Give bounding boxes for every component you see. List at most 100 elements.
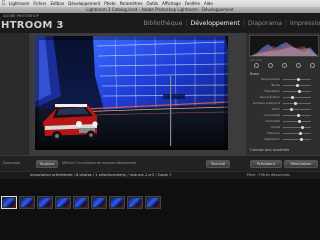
filmstrip <box>0 179 320 240</box>
filmstrip-thumbnail[interactable] <box>73 196 89 209</box>
menu-item-fenetre[interactable]: Fenêtre <box>185 0 200 7</box>
module-diaporama[interactable]: Diaporama <box>248 20 282 27</box>
left-panel <box>0 33 32 155</box>
slider-track[interactable] <box>283 131 311 135</box>
thumbnail-image <box>39 198 51 207</box>
slider-track[interactable] <box>283 119 311 123</box>
menu-bar:  Lightroom Fichier Edition Développemen… <box>0 0 320 7</box>
photo-viewer <box>32 33 246 155</box>
thumbnail-image <box>147 198 159 207</box>
spot-removal-icon[interactable] <box>267 62 273 68</box>
slider-label: Clarté <box>270 125 280 129</box>
filmstrip-thumbnail[interactable] <box>109 196 125 209</box>
overlay-select[interactable]: Toujours <box>36 160 58 168</box>
basic-panel-title[interactable]: Base <box>250 71 259 76</box>
module-impression[interactable]: Impressio <box>290 20 320 27</box>
done-button[interactable]: Terminé <box>206 160 230 168</box>
thumbnail-image <box>75 198 87 207</box>
menu-item-affichage[interactable]: Affichage <box>162 0 181 7</box>
module-developpement[interactable]: Développement <box>190 20 239 27</box>
histogram[interactable] <box>249 35 319 57</box>
crop-tool-icon[interactable] <box>253 62 259 68</box>
slider-label: Récupération <box>260 95 280 99</box>
filmstrip-thumbnail[interactable] <box>145 196 161 209</box>
thumbnail-image <box>111 198 123 207</box>
slider-knob[interactable] <box>297 119 301 123</box>
slider-knob[interactable] <box>298 131 302 135</box>
slider-knob[interactable] <box>296 77 300 81</box>
apple-icon[interactable]:  <box>2 0 5 7</box>
slider-knob[interactable] <box>289 107 293 111</box>
slider-row: Saturation <box>250 137 318 141</box>
filmstrip-thumbnail[interactable] <box>91 196 107 209</box>
slider-row: Clarté <box>250 125 318 129</box>
module-header: ADOBE PHOTOSHOP HTROOM 3 Bibliothèque | … <box>0 13 320 33</box>
slider-label: Noirs <box>272 107 280 111</box>
previous-button[interactable]: Précédent <box>250 160 282 168</box>
menu-item-outils[interactable]: Outils <box>146 0 158 7</box>
module-separator: | <box>242 20 245 27</box>
slider-row: Teinte <box>250 83 318 87</box>
bottom-toolbar: Épreuvage Toujours Afficher l'incrustati… <box>0 155 320 171</box>
thumbnail-image <box>57 198 69 207</box>
slider-row: Exposition <box>250 89 318 93</box>
filmstrip-thumbnail[interactable] <box>127 196 143 209</box>
right-panel: ISO 200 Base Température Teinte Exposition… <box>246 33 320 155</box>
slider-row: Contraste <box>250 119 318 123</box>
photo-image <box>35 36 228 150</box>
tool-strip <box>249 61 319 69</box>
slider-knob[interactable] <box>291 95 295 99</box>
module-bibliotheque[interactable]: Bibliothèque <box>143 20 182 27</box>
identity-plate-small: ADOBE PHOTOSHOP <box>3 14 39 18</box>
filmstrip-filter[interactable]: Filtre : Filtres désactivés <box>247 173 290 177</box>
main-photo[interactable] <box>35 36 228 150</box>
slider-label: Teinte <box>271 83 280 87</box>
menu-item-edition[interactable]: Edition <box>50 0 64 7</box>
slider-knob[interactable] <box>299 137 303 141</box>
slider-knob[interactable] <box>298 89 302 93</box>
filter-value[interactable]: Filtres désactivés <box>259 173 290 177</box>
menu-item-aide[interactable]: Aide <box>204 0 213 7</box>
slider-row: Luminosité <box>250 113 318 117</box>
slider-knob[interactable] <box>301 125 305 129</box>
module-separator: | <box>285 20 288 27</box>
menu-item-parametres[interactable]: Paramètres <box>120 0 143 7</box>
slider-track[interactable] <box>283 101 311 105</box>
slider-track[interactable] <box>283 83 311 87</box>
menu-item-lightroom[interactable]: Lightroom <box>9 0 29 7</box>
slider-track[interactable] <box>283 125 311 129</box>
menu-item-developpement[interactable]: Développement <box>68 0 100 7</box>
filmstrip-thumbnail[interactable] <box>1 196 17 209</box>
toolbar-left-label: Épreuvage <box>3 161 21 165</box>
module-picker: Bibliothèque | Développement | Diaporama… <box>143 20 320 27</box>
filmstrip-thumbnail[interactable] <box>19 196 35 209</box>
menu-item-fichier[interactable]: Fichier <box>33 0 46 7</box>
tone-curve-title[interactable]: Courbe des tonalités <box>250 147 289 152</box>
slider-track[interactable] <box>283 95 311 99</box>
filmstrip-thumbnail[interactable] <box>37 196 53 209</box>
menu-item-photo[interactable]: Photo <box>104 0 115 7</box>
slider-knob[interactable] <box>296 113 300 117</box>
thumbnail-image <box>3 198 15 207</box>
slider-track[interactable] <box>283 113 311 117</box>
filmstrip-header: Importation précédente / 8 photos / 1 sé… <box>0 171 320 179</box>
histogram-graph <box>250 42 318 56</box>
slider-track[interactable] <box>283 77 311 81</box>
filmstrip-path[interactable]: Importation précédente / 8 photos / 1 sé… <box>30 173 171 177</box>
slider-knob[interactable] <box>294 101 298 105</box>
slider-label: Luminosité <box>263 113 280 117</box>
slider-track[interactable] <box>283 89 311 93</box>
thumbnail-image <box>93 198 105 207</box>
slider-label: Lumière d'appoint <box>252 101 280 105</box>
slider-label: Température <box>260 77 280 81</box>
slider-track[interactable] <box>283 107 311 111</box>
slider-knob[interactable] <box>295 83 299 87</box>
filter-label: Filtre : <box>246 173 258 177</box>
red-eye-icon[interactable] <box>281 62 287 68</box>
adjustment-brush-icon[interactable] <box>309 62 315 68</box>
mask-overlay-hint[interactable]: Afficher l'incrustation de masque sélect… <box>62 161 136 165</box>
reset-button[interactable]: Réinitialiser <box>284 160 318 168</box>
graduated-filter-icon[interactable] <box>295 62 301 68</box>
slider-track[interactable] <box>283 137 311 141</box>
filmstrip-thumbnail[interactable] <box>55 196 71 209</box>
